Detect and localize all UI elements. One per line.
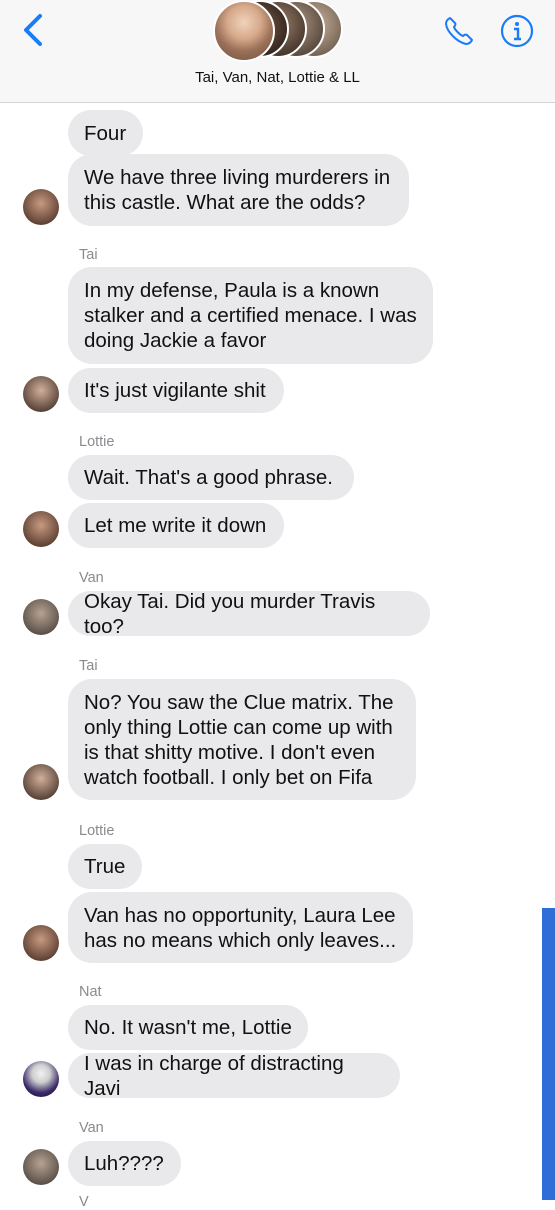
sender-name: V — [79, 1194, 89, 1210]
avatar[interactable] — [23, 599, 59, 635]
sender-name: Nat — [79, 984, 102, 1000]
sender-name: Tai — [79, 247, 98, 263]
message-bubble[interactable]: Wait. That's a good phrase. — [68, 455, 354, 500]
info-icon[interactable] — [500, 14, 534, 48]
avatar[interactable] — [23, 511, 59, 547]
message-bubble[interactable]: We have three living murderers in this c… — [68, 154, 409, 226]
message-bubble[interactable]: Luh???? — [68, 1141, 181, 1186]
conversation-header: Tai, Van, Nat, Lottie & LL — [0, 0, 555, 103]
sender-name: Tai — [79, 658, 98, 674]
avatar[interactable] — [23, 376, 59, 412]
message-bubble[interactable]: Okay Tai. Did you murder Travis too? — [68, 590, 430, 638]
message-bubble[interactable]: It's just vigilante shit — [68, 368, 284, 413]
avatar[interactable] — [23, 189, 59, 225]
avatar[interactable] — [23, 1061, 59, 1097]
scrollbar[interactable] — [542, 908, 555, 1200]
sender-name: Van — [79, 570, 104, 586]
sender-name: Lottie — [79, 823, 115, 839]
message-bubble[interactable]: In my defense, Paula is a known stalker … — [68, 267, 433, 364]
message-bubble[interactable]: True — [68, 844, 142, 889]
message-thread[interactable]: Four We have three living murderers in t… — [0, 103, 555, 1210]
group-avatars[interactable] — [213, 0, 343, 62]
conversation-title[interactable]: Tai, Van, Nat, Lottie & LL — [0, 69, 555, 86]
message-bubble[interactable]: No? You saw the Clue matrix. The only th… — [68, 679, 416, 800]
sender-name: Van — [79, 1120, 104, 1136]
message-bubble[interactable]: Van has no opportunity, Laura Lee has no… — [68, 892, 413, 963]
chevron-left-icon[interactable] — [18, 12, 48, 48]
sender-name: Lottie — [79, 434, 115, 450]
avatar[interactable] — [23, 764, 59, 800]
avatar[interactable] — [23, 1149, 59, 1185]
message-bubble[interactable]: I was in charge of distracting Javi — [68, 1052, 400, 1100]
phone-icon[interactable] — [442, 14, 476, 48]
message-bubble[interactable]: Let me write it down — [68, 503, 284, 548]
avatar[interactable] — [23, 925, 59, 961]
avatar — [213, 0, 275, 62]
message-bubble[interactable]: Four — [68, 110, 143, 156]
message-bubble[interactable]: No. It wasn't me, Lottie — [68, 1005, 308, 1050]
